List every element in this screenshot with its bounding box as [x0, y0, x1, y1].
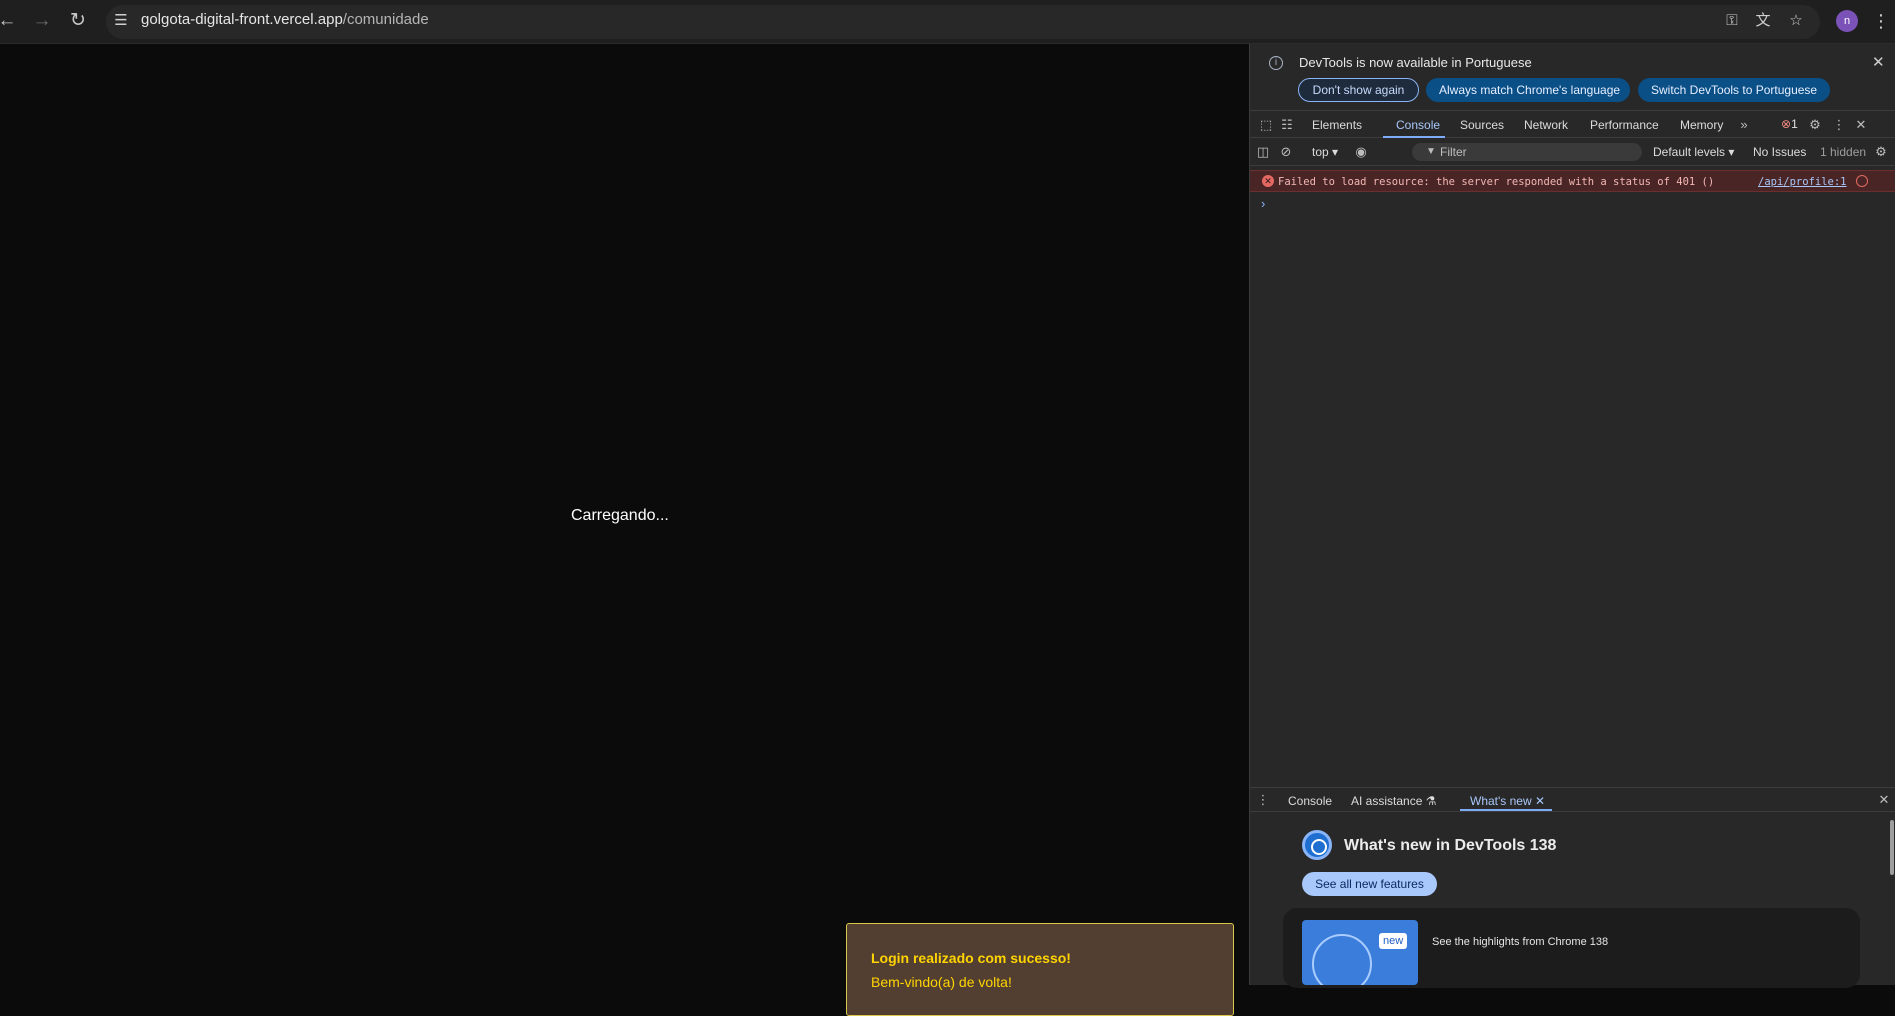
error-count: 1: [1791, 117, 1798, 131]
drawer-tab-whats-new[interactable]: What's new ✕: [1470, 794, 1545, 808]
info-icon: i: [1269, 56, 1283, 70]
star-icon[interactable]: ☆: [1785, 10, 1807, 32]
whats-new-panel: What's new in DevTools 138 See all new f…: [1250, 812, 1895, 988]
console-settings-icon[interactable]: ⚙: [1872, 143, 1890, 161]
arrow-right-icon[interactable]: →: [29, 8, 55, 34]
page-content: Carregando... Login realizado com sucess…: [0, 44, 1249, 1016]
context-value: top: [1312, 145, 1329, 159]
eye-icon[interactable]: ◉: [1352, 143, 1370, 161]
translate-icon[interactable]: 文: [1752, 10, 1774, 32]
issues-button[interactable]: No Issues: [1753, 145, 1806, 159]
close-icon[interactable]: ✕: [1872, 53, 1885, 71]
filter-icon: ▼: [1426, 146, 1436, 157]
tab-performance[interactable]: Performance: [1590, 118, 1659, 132]
console-output[interactable]: ✕ Failed to load resource: the server re…: [1250, 166, 1895, 696]
avatar[interactable]: n: [1836, 10, 1858, 32]
dont-show-again-button[interactable]: Don't show again: [1298, 78, 1419, 102]
hidden-count: 1 hidden: [1820, 145, 1867, 159]
toast-title: Login realizado com sucesso!: [871, 950, 1071, 966]
drawer-tab-ai-assistance[interactable]: AI assistance ⚗: [1351, 794, 1436, 808]
tab-console[interactable]: Console: [1396, 118, 1440, 132]
chrome-devtools-logo-icon: [1302, 830, 1332, 860]
close-tab-icon[interactable]: ✕: [1535, 794, 1545, 808]
device-toolbar-icon[interactable]: ☷: [1278, 116, 1296, 134]
tab-elements[interactable]: Elements: [1312, 118, 1362, 132]
always-match-language-button[interactable]: Always match Chrome's language: [1426, 78, 1630, 102]
drawer-menu-icon[interactable]: ⋮: [1254, 791, 1272, 809]
whats-new-title: What's new in DevTools 138: [1344, 837, 1557, 854]
console-filterbar: ◫ ⊘ top ▾ ◉ ▼ Filter Default levels ▾ No…: [1250, 138, 1895, 166]
url-host: golgota-digital-front.vercel.app: [141, 11, 343, 28]
switch-to-portuguese-button[interactable]: Switch DevTools to Portuguese: [1638, 78, 1830, 102]
error-icon: ⊗: [1781, 117, 1792, 131]
url-text[interactable]: golgota-digital-front.vercel.app/comunid…: [141, 11, 429, 28]
flask-icon: ⚗: [1425, 794, 1437, 808]
log-levels-value: Default levels: [1653, 145, 1726, 159]
arrow-left-icon[interactable]: ←: [0, 8, 20, 34]
success-toast[interactable]: Login realizado com sucesso! Bem-vindo(a…: [846, 923, 1234, 1016]
error-icon: ✕: [1262, 175, 1274, 187]
log-levels-dropdown[interactable]: Default levels ▾: [1653, 145, 1734, 159]
sidebar-toggle-icon[interactable]: ◫: [1254, 143, 1272, 161]
thumbnail-graphic: [1312, 934, 1372, 985]
drawer-tabbar: ⋮ Console AI assistance ⚗ What's new ✕ ✕: [1250, 787, 1895, 812]
context-selector[interactable]: top ▾: [1312, 145, 1338, 159]
whats-new-label: What's new: [1470, 794, 1532, 808]
language-infobar: i DevTools is now available in Portugues…: [1250, 44, 1895, 110]
key-icon[interactable]: ⚿: [1721, 10, 1743, 32]
highlights-text: See the highlights from Chrome 138: [1432, 936, 1609, 948]
console-error-row[interactable]: ✕ Failed to load resource: the server re…: [1250, 170, 1895, 192]
reload-icon[interactable]: ↻: [65, 8, 91, 34]
drawer-tab-console[interactable]: Console: [1288, 794, 1332, 808]
clear-console-icon[interactable]: ⊘: [1277, 143, 1295, 161]
error-count-badge[interactable]: ⊗1: [1781, 117, 1798, 131]
tab-memory[interactable]: Memory: [1680, 118, 1723, 132]
browser-toolbar: ← → ↻ ☰ golgota-digital-front.vercel.app…: [0, 0, 1895, 44]
video-thumbnail[interactable]: [1302, 920, 1418, 985]
new-badge: new: [1379, 933, 1408, 949]
url-path: /comunidade: [342, 11, 429, 28]
devtools-tabbar: ⬚ ☷ Elements Console Sources Network Per…: [1250, 110, 1895, 138]
console-prompt[interactable]: ›: [1261, 196, 1265, 211]
console-error-message: Failed to load resource: the server resp…: [1278, 176, 1715, 188]
toast-message: Bem-vindo(a) de volta!: [871, 974, 1012, 990]
more-menu-icon[interactable]: ⋮: [1872, 8, 1890, 34]
settings-icon[interactable]: ⚙: [1806, 116, 1824, 134]
active-drawer-tab-indicator: [1460, 809, 1552, 811]
close-drawer-icon[interactable]: ✕: [1875, 791, 1893, 809]
tab-sources[interactable]: Sources: [1460, 118, 1504, 132]
scrollbar[interactable]: [1890, 820, 1894, 875]
see-all-features-button[interactable]: See all new features: [1302, 872, 1437, 896]
more-tabs-icon[interactable]: »: [1735, 116, 1753, 134]
error-source-link[interactable]: /api/profile:1: [1758, 176, 1847, 188]
loading-text: Carregando...: [571, 507, 669, 524]
site-info-icon[interactable]: ☰: [110, 10, 132, 32]
filter-placeholder: Filter: [1440, 145, 1467, 159]
ai-assistance-label: AI assistance: [1351, 794, 1423, 808]
inspect-element-icon[interactable]: ⬚: [1257, 116, 1275, 134]
devtools-menu-icon[interactable]: ⋮: [1830, 116, 1848, 134]
network-globe-icon[interactable]: [1856, 175, 1868, 187]
close-devtools-icon[interactable]: ✕: [1852, 116, 1870, 134]
devtools-panel: i DevTools is now available in Portugues…: [1249, 44, 1895, 988]
infobar-text: DevTools is now available in Portuguese: [1299, 55, 1532, 70]
tab-network[interactable]: Network: [1524, 118, 1568, 132]
